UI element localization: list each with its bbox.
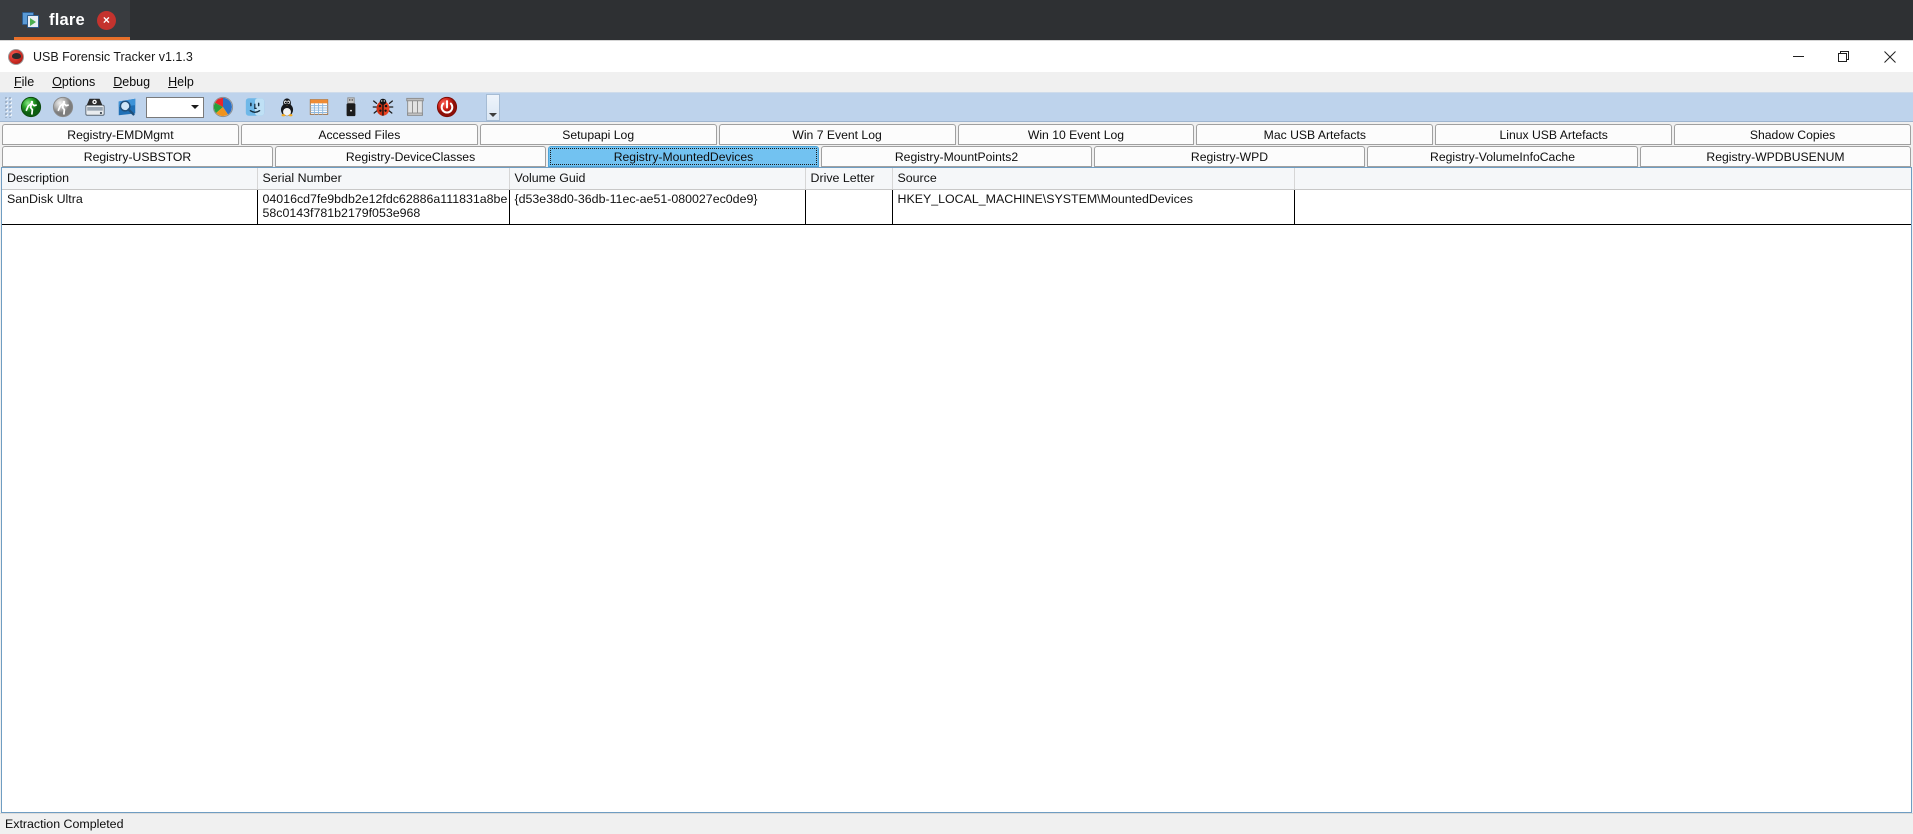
column-header-volume-guid[interactable]: Volume Guid (509, 168, 806, 190)
menu-debug-label: ebug (122, 75, 151, 89)
taskbar: flare × (0, 0, 1913, 40)
menu-help[interactable]: Help (160, 73, 202, 91)
titlebar: USB Forensic Tracker v1.1.3 (0, 41, 1913, 72)
exit-button[interactable] (431, 94, 463, 120)
tab-registry-usbstor[interactable]: Registry-USBSTOR (2, 146, 273, 167)
cell-filler (1294, 189, 1911, 225)
tab-registry-emdmgmt[interactable]: Registry-EMDMgmt (2, 124, 239, 145)
menu-debug[interactable]: Debug (105, 73, 158, 91)
linux-button[interactable] (271, 94, 303, 120)
menu-options[interactable]: Options (44, 73, 103, 91)
disk-image-button[interactable] (79, 94, 111, 120)
ladybug-icon (372, 98, 394, 116)
run-green-button[interactable] (15, 94, 47, 120)
drive-select-combo[interactable] (146, 96, 204, 118)
disk-image-icon (85, 98, 105, 116)
cell-volume-guid: {d53e38d0-36db-11ec-ae51-080027ec0de9} (509, 189, 806, 225)
status-message: Extraction Completed (5, 817, 124, 831)
mac-finder-icon (245, 98, 265, 116)
table-row[interactable]: SanDisk Ultra 04016cd7fe9bdb2e12fdc62886… (2, 189, 1911, 225)
search-drive-icon (118, 98, 136, 116)
spreadsheet-button[interactable] (303, 94, 335, 120)
menu-file[interactable]: File (6, 73, 42, 91)
debug-button[interactable] (367, 94, 399, 120)
minimize-button[interactable] (1775, 41, 1821, 72)
table-header-row: Description Serial Number Volume Guid Dr… (2, 168, 1911, 190)
usb-forensic-tracker-icon (8, 48, 24, 65)
cell-description: SanDisk Ultra (2, 189, 258, 225)
window-controls (1775, 41, 1913, 72)
run-green-icon (20, 96, 42, 118)
close-icon (1884, 50, 1896, 63)
titlebar-left: USB Forensic Tracker v1.1.3 (0, 48, 1775, 65)
tab-registry-wpd[interactable]: Registry-WPD (1094, 146, 1365, 167)
chevron-down-icon (489, 113, 497, 117)
cell-drive-letter (805, 189, 893, 225)
status-bar: Extraction Completed (0, 813, 1913, 834)
cell-source: HKEY_LOCAL_MACHINE\SYSTEM\MountedDevices (892, 189, 1295, 225)
column-header-description[interactable]: Description (2, 168, 258, 190)
tab-registry-volumeinfocache[interactable]: Registry-VolumeInfoCache (1367, 146, 1638, 167)
tab-win7-event-log[interactable]: Win 7 Event Log (718, 124, 956, 145)
windows-icon (212, 96, 234, 118)
tab-linux-usb-artefacts[interactable]: Linux USB Artefacts (1435, 124, 1673, 145)
results-table: Description Serial Number Volume Guid Dr… (2, 168, 1911, 225)
tab-mac-usb-artefacts[interactable]: Mac USB Artefacts (1196, 124, 1434, 145)
usb-drive-button[interactable] (335, 94, 367, 120)
tab-row-1: Registry-EMDMgmt Accessed Files Setupapi… (0, 124, 1913, 145)
tab-row-2: Registry-USBSTOR Registry-DeviceClasses … (0, 146, 1913, 167)
toolbar (0, 92, 1913, 122)
mac-finder-button[interactable] (239, 94, 271, 120)
tab-registry-mounteddevices[interactable]: Registry-MountedDevices (548, 146, 819, 167)
tab-setupapi-log[interactable]: Setupapi Log (479, 124, 717, 145)
tab-registry-mountpoints2[interactable]: Registry-MountPoints2 (821, 146, 1092, 167)
toolbar-grip[interactable] (4, 96, 12, 118)
tab-shadow-copies[interactable]: Shadow Copies (1674, 124, 1911, 145)
tab-bar: Registry-EMDMgmt Accessed Files Setupapi… (0, 122, 1913, 167)
toolbar-overflow-button[interactable] (486, 94, 500, 121)
menu-file-label: ile (21, 75, 35, 89)
column-header-drive-letter[interactable]: Drive Letter (805, 168, 893, 190)
spreadsheet-icon (309, 99, 329, 115)
column-header-source[interactable]: Source (892, 168, 1295, 190)
power-icon (436, 96, 458, 118)
run-grey-button[interactable] (47, 94, 79, 120)
app-window: USB Forensic Tracker v1.1.3 File Options… (0, 40, 1913, 834)
taskbar-item-flare[interactable]: flare × (0, 0, 130, 40)
linux-tux-icon (280, 98, 294, 117)
menu-help-label: elp (177, 75, 194, 89)
tab-win10-event-log[interactable]: Win 10 Event Log (957, 124, 1195, 145)
search-drive-button[interactable] (111, 94, 143, 120)
columns-button[interactable] (399, 94, 431, 120)
restore-button[interactable] (1821, 41, 1867, 72)
tab-accessed-files[interactable]: Accessed Files (240, 124, 478, 145)
tab-registry-wpdbusenum[interactable]: Registry-WPDBUSENUM (1640, 146, 1911, 167)
minimize-icon (1792, 56, 1804, 57)
restore-icon (1838, 50, 1849, 62)
run-grey-icon (52, 96, 74, 118)
taskbar-item-label: flare (49, 10, 85, 29)
column-header-filler[interactable] (1294, 168, 1911, 190)
column-header-serial-number[interactable]: Serial Number (257, 168, 510, 190)
usb-drive-icon (346, 97, 356, 117)
chevron-down-icon (191, 105, 199, 109)
cell-serial-number: 04016cd7fe9bdb2e12fdc62886a111831a8be58c… (257, 189, 510, 225)
results-grid[interactable]: Description Serial Number Volume Guid Dr… (1, 167, 1912, 813)
menubar: File Options Debug Help (0, 72, 1913, 92)
window-title: USB Forensic Tracker v1.1.3 (33, 49, 193, 64)
tab-registry-deviceclasses[interactable]: Registry-DeviceClasses (275, 146, 546, 167)
flare-app-icon (22, 11, 40, 29)
windows-button[interactable] (207, 94, 239, 120)
close-button[interactable] (1867, 41, 1913, 72)
columns-icon (406, 97, 424, 116)
taskbar-close-icon[interactable]: × (96, 10, 116, 30)
menu-options-label: ptions (61, 75, 96, 89)
